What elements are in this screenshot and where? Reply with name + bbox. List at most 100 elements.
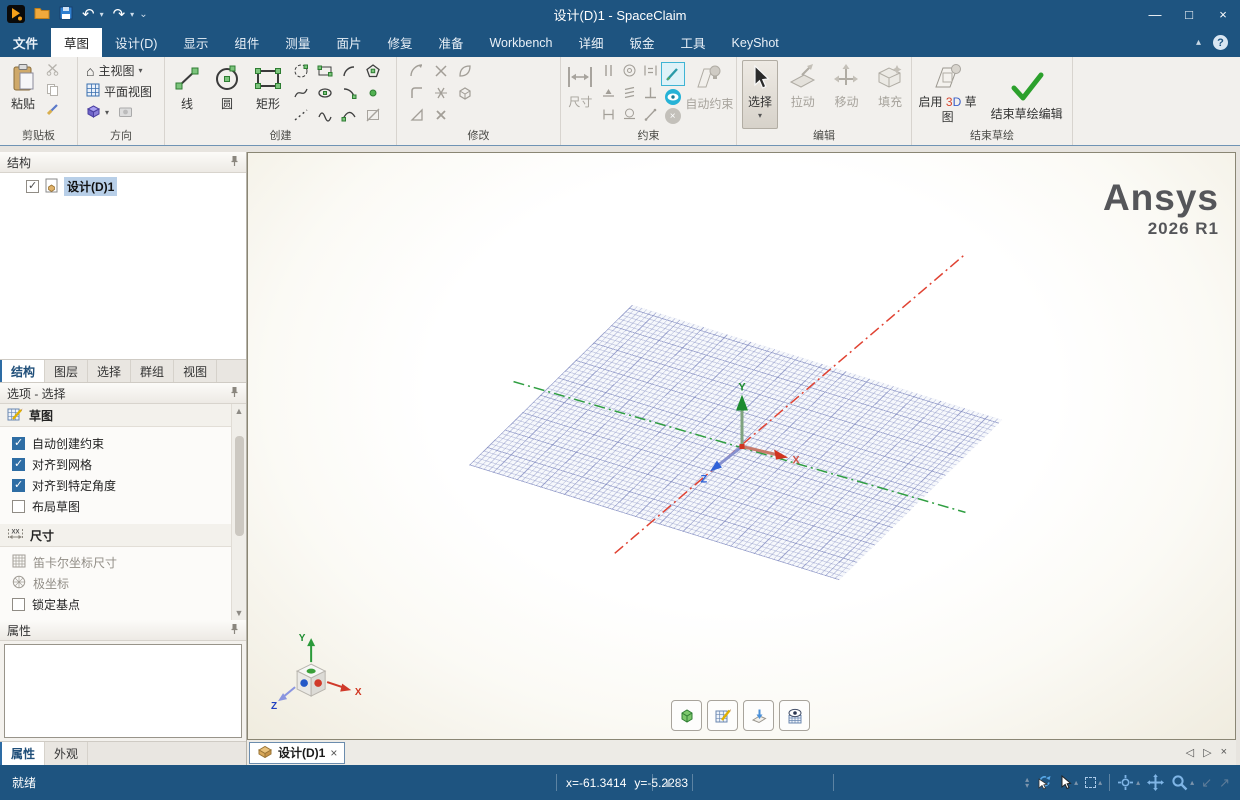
maximize-button[interactable]: □	[1172, 0, 1206, 28]
dimension-options-section[interactable]: XX 尺寸	[0, 524, 246, 547]
tab-repair[interactable]: 修复	[374, 28, 425, 57]
solid-mode-button[interactable]	[671, 700, 702, 731]
panel-tab-views[interactable]: 视图	[174, 360, 218, 382]
open-folder-icon[interactable]	[34, 6, 50, 22]
undo-icon[interactable]: ↶	[82, 7, 95, 22]
ellipse-tool-icon[interactable]	[317, 85, 333, 104]
tabstrip-close-icon[interactable]: ×	[1221, 746, 1227, 759]
show-all-constraints-icon[interactable]	[664, 89, 681, 105]
options-scrollbar[interactable]: ▲ ▼	[231, 404, 246, 620]
checkbox[interactable]	[12, 500, 25, 513]
tab-workbench[interactable]: Workbench	[476, 28, 565, 57]
bottom-tab-appearance[interactable]: 外观	[45, 742, 89, 765]
panel-tab-structure[interactable]: 结构	[0, 360, 46, 382]
scroll-up-icon[interactable]: ▲	[235, 404, 244, 418]
tab-scroll-right-icon[interactable]: ▷	[1203, 746, 1211, 759]
tab-close-icon[interactable]: ×	[330, 746, 337, 760]
line-tool-button[interactable]: 线	[167, 60, 207, 129]
tab-scroll-left-icon[interactable]: ◁	[1186, 746, 1194, 759]
panel-tab-layers[interactable]: 图层	[45, 360, 89, 382]
pin-icon[interactable]	[230, 623, 239, 638]
checkbox[interactable]	[12, 457, 25, 471]
format-painter-icon[interactable]	[46, 103, 59, 119]
scroll-down-icon[interactable]: ▼	[235, 606, 244, 620]
sketch-options-section[interactable]: 草图	[0, 404, 246, 427]
paste-button[interactable]: 粘贴	[2, 60, 44, 129]
pin-icon[interactable]	[230, 155, 239, 170]
tab-design[interactable]: 设计(D)	[102, 28, 170, 57]
pin-icon[interactable]	[230, 386, 239, 401]
document-tab[interactable]: 设计(D)1 ×	[249, 741, 346, 764]
select-tool-status-icon[interactable]: ▴	[1060, 775, 1078, 790]
minimize-button[interactable]: —	[1138, 0, 1172, 28]
box-select-icon[interactable]: ▴	[1085, 777, 1102, 788]
quick-access-more-icon[interactable]: ⌄	[139, 9, 147, 20]
3d-viewport[interactable]: Y X Z Y X Z Ansys 2026 R1	[247, 152, 1236, 740]
tree-item-design[interactable]: 设计(D)1	[0, 177, 246, 196]
home-view-button[interactable]: ⌂ 主视图 ▾	[83, 60, 162, 81]
orbit-icon[interactable]: ▴	[1117, 774, 1140, 791]
plan-view-button[interactable]: 平面视图	[83, 81, 162, 102]
sketch-circle-tool-icon[interactable]	[293, 63, 309, 82]
section-mode-button[interactable]	[743, 700, 774, 731]
help-icon[interactable]: ?	[1213, 35, 1228, 50]
expand-collapse-icons[interactable]: ▴ ▾	[1025, 775, 1029, 789]
point-tool-icon[interactable]	[365, 85, 381, 104]
tab-facets[interactable]: 面片	[323, 28, 374, 57]
rectangle-tool-button[interactable]: 矩形	[247, 60, 289, 129]
save-icon[interactable]	[59, 6, 73, 23]
tab-keyshot[interactable]: KeyShot	[719, 28, 792, 57]
checkbox[interactable]	[12, 598, 25, 611]
construction-line-tool-icon[interactable]	[293, 107, 309, 126]
select-previous-icon[interactable]	[1036, 774, 1053, 791]
grid-visibility-button[interactable]	[779, 700, 810, 731]
tab-assembly[interactable]: 组件	[221, 28, 272, 57]
polygon-rect-tool-icon[interactable]	[317, 63, 333, 82]
show-constraints-toggle[interactable]	[660, 62, 685, 86]
option-lock-base-point[interactable]: 锁定基点	[0, 594, 246, 615]
tree-item-label[interactable]: 设计(D)1	[64, 177, 118, 196]
view-cube-icon[interactable]	[86, 104, 101, 122]
freehand-spline-tool-icon[interactable]	[317, 107, 333, 126]
tree-item-checkbox[interactable]	[26, 179, 39, 193]
navigation-cube[interactable]: Y X Z	[271, 633, 362, 712]
option-layout-sketch[interactable]: 布局草图	[0, 496, 246, 517]
tab-prepare[interactable]: 准备	[425, 28, 476, 57]
close-button[interactable]: ×	[1206, 0, 1240, 28]
select-tool-button[interactable]: 选择 ▾	[742, 60, 778, 129]
tab-file[interactable]: 文件	[0, 28, 51, 57]
option-auto-constraints[interactable]: 自动创建约束	[0, 433, 246, 454]
snap-indicator[interactable]: ▲ ▴	[662, 765, 682, 800]
option-snap-to-angle[interactable]: 对齐到特定角度	[0, 475, 246, 496]
tab-detail[interactable]: 详细	[565, 28, 616, 57]
zoom-icon[interactable]: ▴	[1171, 774, 1194, 791]
tab-measure[interactable]: 测量	[272, 28, 323, 57]
view-cube-caret-icon[interactable]: ▾	[105, 108, 109, 117]
arc-tool-icon[interactable]	[341, 63, 357, 82]
end-sketch-editing-button[interactable]: 结束草绘编辑	[983, 60, 1070, 129]
scrollbar-thumb[interactable]	[234, 436, 244, 536]
collapse-ribbon-icon[interactable]: ▴	[1196, 37, 1201, 48]
sketch-mode-button[interactable]	[707, 700, 738, 731]
tab-sketch[interactable]: 草图	[51, 28, 103, 57]
checkbox[interactable]	[12, 436, 25, 450]
spline-tool-icon[interactable]	[293, 85, 309, 104]
panel-tab-selection[interactable]: 选择	[88, 360, 132, 382]
undo-caret-icon[interactable]: ▾	[100, 10, 104, 19]
bottom-tab-properties[interactable]: 属性	[0, 742, 46, 765]
option-snap-to-grid[interactable]: 对齐到网格	[0, 454, 246, 475]
redo-caret-icon[interactable]: ▾	[130, 10, 134, 19]
circle-tool-button[interactable]: 圆	[207, 60, 247, 129]
tangent-arc-tool-icon[interactable]	[341, 85, 357, 104]
tab-tools[interactable]: 工具	[668, 28, 719, 57]
tab-sheetmetal[interactable]: 钣金	[617, 28, 668, 57]
tab-display[interactable]: 显示	[170, 28, 221, 57]
pan-icon[interactable]	[1147, 774, 1165, 791]
panel-tab-groups[interactable]: 群组	[131, 360, 175, 382]
redo-icon[interactable]: ↷	[113, 7, 126, 22]
three-point-arc-tool-icon[interactable]	[341, 107, 357, 126]
enable-3d-sketch-button[interactable]: 启用 3D 草图	[916, 60, 979, 129]
app-logo-icon[interactable]	[7, 5, 25, 23]
checkbox[interactable]	[12, 478, 25, 492]
polygon-tool-icon[interactable]	[365, 63, 381, 82]
